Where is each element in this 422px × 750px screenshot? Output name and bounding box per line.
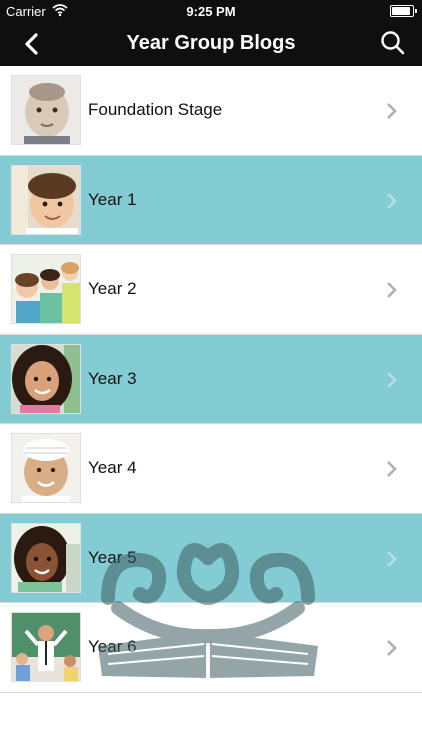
list-item-year-5[interactable]: Year 5 — [0, 513, 422, 603]
list-item-label: Year 3 — [88, 368, 137, 388]
list-item-label: Foundation Stage — [88, 100, 223, 119]
search-icon[interactable] — [378, 28, 408, 58]
list-item-year-1[interactable]: Year 1 — [0, 155, 422, 245]
page-title: Year Group Blogs — [126, 32, 296, 54]
thumbnail-image — [11, 522, 81, 593]
thumbnail-image — [11, 254, 81, 324]
list-item-label: Year 4 — [88, 458, 137, 477]
list-item-year-4[interactable]: Year 4 — [0, 424, 422, 514]
thumbnail-image — [11, 343, 81, 414]
thumbnail-image — [11, 75, 81, 145]
list-item-year-2[interactable]: Year 2 — [0, 245, 422, 335]
chevron-right-icon — [386, 192, 398, 210]
status-time: 9:25 PM — [186, 4, 236, 19]
chevron-right-icon — [386, 550, 398, 568]
thumbnail-image — [11, 433, 81, 503]
list-item-label: Year 6 — [88, 637, 137, 656]
status-bar: Carrier 9:25 PM — [0, 0, 422, 22]
chevron-right-icon — [386, 639, 398, 657]
chevron-right-icon — [386, 371, 398, 389]
list-item-foundation-stage[interactable]: Foundation Stage — [0, 66, 422, 156]
chevron-right-icon — [386, 281, 398, 299]
list-item-year-3[interactable]: Year 3 — [0, 334, 422, 424]
battery-level — [392, 7, 410, 15]
nav-bar: Year Group Blogs — [0, 22, 422, 66]
chevron-right-icon — [386, 460, 398, 478]
list-item-label: Year 1 — [88, 189, 137, 209]
battery-icon — [390, 5, 417, 17]
thumbnail-image — [11, 612, 81, 682]
list-item-label: Year 5 — [88, 547, 137, 567]
chevron-right-icon — [386, 102, 398, 120]
list-item-label: Year 2 — [88, 279, 137, 298]
list-item-year-6[interactable]: Year 6 — [0, 603, 422, 693]
thumbnail-image — [11, 164, 81, 235]
year-group-list: Foundation Stage Year 1 Year 2 Year 3 Ye… — [0, 66, 422, 693]
